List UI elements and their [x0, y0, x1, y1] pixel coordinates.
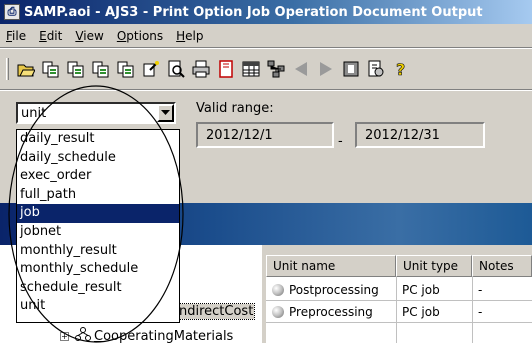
unit-select[interactable]: unit	[16, 102, 176, 124]
table-row[interactable]: Preprocessing PC job -	[266, 301, 532, 322]
cell-notes: -	[478, 304, 483, 319]
list-item[interactable]: daily_schedule	[17, 149, 179, 168]
multi-page-icon[interactable]	[40, 58, 62, 80]
menu-separator	[0, 47, 532, 49]
prev-arrow-icon[interactable]	[290, 58, 312, 80]
grid-line	[266, 322, 532, 323]
jobnet-icon	[75, 327, 94, 343]
settings-icon[interactable]	[365, 58, 387, 80]
unit-status-icon	[272, 305, 284, 318]
list-item[interactable]: monthly_result	[17, 242, 179, 261]
printer-icon[interactable]	[190, 58, 212, 80]
date-to-field[interactable]: 2012/12/31	[355, 122, 485, 148]
window-title: SAMP.aoi - AJS3 - Print Option Job Opera…	[24, 4, 483, 20]
list-item[interactable]: monthly_schedule	[17, 260, 179, 279]
info-icon[interactable]	[340, 58, 362, 80]
unit-select-value: unit	[21, 105, 47, 121]
table-header: Unit name Unit type Notes	[266, 255, 532, 277]
menu-help[interactable]: Help	[176, 29, 203, 43]
table-row[interactable]: Postprocessing PC job -	[266, 279, 532, 300]
title-bar: ⎙ SAMP.aoi - AJS3 - Print Option Job Ope…	[0, 0, 532, 24]
tree-icon[interactable]	[265, 58, 287, 80]
menu-options[interactable]: Options	[117, 29, 163, 43]
list-item[interactable]: jobnet	[17, 223, 179, 242]
tree-node-cooperating-materials[interactable]: + CooperatingMaterials	[60, 327, 233, 343]
list-item[interactable]: schedule_result	[17, 279, 179, 298]
grid-line	[396, 277, 397, 343]
toolbar-separator	[0, 89, 532, 91]
unit-status-icon	[272, 283, 284, 296]
list-item[interactable]: exec_order	[17, 167, 179, 186]
menu-view[interactable]: View	[75, 29, 103, 43]
menu-edit[interactable]: Edit	[39, 29, 62, 43]
help-icon[interactable]: ?	[390, 58, 412, 80]
next-arrow-icon[interactable]	[315, 58, 337, 80]
multi-page-4-icon[interactable]	[115, 58, 137, 80]
expand-icon[interactable]: +	[60, 331, 69, 341]
column-header-notes[interactable]: Notes	[472, 255, 532, 277]
book-icon[interactable]	[215, 58, 237, 80]
cell-notes: -	[478, 282, 483, 297]
toolbar: ?	[0, 54, 532, 84]
open-folder-icon[interactable]	[15, 58, 37, 80]
list-item[interactable]: unit	[17, 297, 179, 316]
toolbar-grip[interactable]	[6, 58, 9, 80]
print-preview-icon[interactable]	[165, 58, 187, 80]
date-from-field[interactable]: 2012/12/1	[196, 122, 334, 148]
cell-unit-name: Preprocessing	[266, 301, 396, 322]
multi-page-2-icon[interactable]	[65, 58, 87, 80]
valid-range-label: Valid range:	[196, 101, 274, 116]
unit-dropdown-list[interactable]: daily_result daily_schedule exec_order f…	[16, 129, 180, 323]
cell-unit-type: PC job	[402, 304, 440, 319]
grid-line	[266, 300, 532, 301]
menu-file[interactable]: File	[6, 29, 26, 43]
list-item-selected[interactable]: job	[17, 204, 179, 223]
tree-node-indirect-cost[interactable]: ndirectCost	[176, 303, 256, 320]
chevron-down-icon[interactable]	[157, 104, 174, 122]
menu-bar: File Edit View Options Help	[0, 25, 532, 46]
tree-node-label: ndirectCost	[176, 303, 256, 320]
cell-unit-type: PC job	[402, 282, 440, 297]
multi-page-3-icon[interactable]	[90, 58, 112, 80]
tree-node-label: CooperatingMaterials	[94, 328, 234, 343]
document-print-icon: ⎙	[4, 4, 20, 20]
grid-icon[interactable]	[240, 58, 262, 80]
date-separator: -	[338, 134, 343, 149]
list-item[interactable]: daily_result	[17, 130, 179, 149]
wizard-icon[interactable]	[140, 58, 162, 80]
column-header-unit-type[interactable]: Unit type	[396, 255, 472, 277]
column-header-unit-name[interactable]: Unit name	[266, 255, 396, 277]
unit-table: Unit name Unit type Notes Postprocessing…	[266, 255, 532, 343]
list-item[interactable]: full_path	[17, 186, 179, 205]
grid-line	[472, 277, 473, 343]
svg-text:?: ?	[396, 60, 405, 78]
cell-unit-name: Postprocessing	[266, 279, 396, 300]
